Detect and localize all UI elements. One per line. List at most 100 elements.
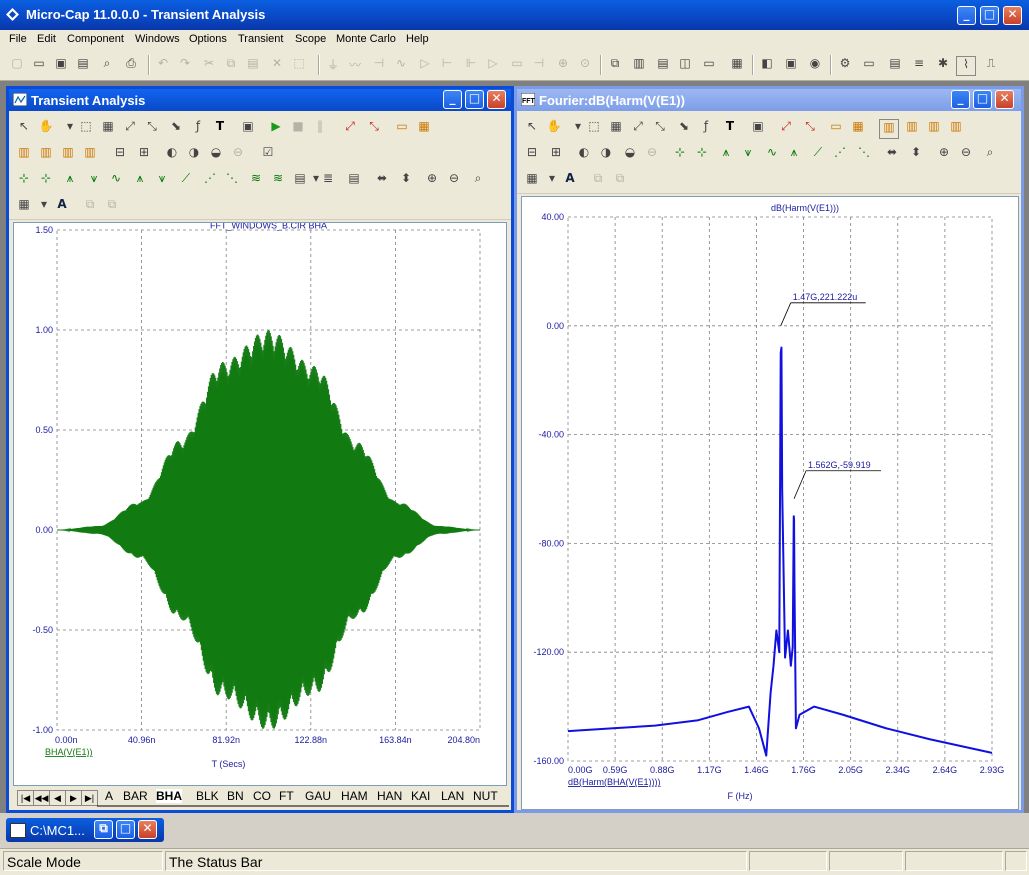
tab-ft[interactable]: FT xyxy=(279,789,294,803)
scale-icon[interactable]: ⬚ xyxy=(77,119,95,137)
zoom-out-icon[interactable]: ⊖ xyxy=(445,171,463,189)
cross-icon[interactable]: ⋱ xyxy=(855,145,873,163)
horizontal-grid-icon[interactable]: ⊟ xyxy=(523,145,541,163)
tile-horizontal-icon[interactable]: ▤ xyxy=(654,56,672,74)
fit-vertical-icon[interactable]: ⬍ xyxy=(397,171,415,189)
maximize-button[interactable]: □ xyxy=(980,6,999,25)
library-icon[interactable]: ▣ xyxy=(782,56,800,74)
mosfet-icon[interactable]: ⊩ xyxy=(462,56,480,74)
menu-help[interactable]: Help xyxy=(406,33,429,45)
transistor-icon[interactable]: ⊢ xyxy=(438,56,456,74)
plot-icon[interactable]: ⌇ xyxy=(956,56,976,76)
go-to-y-icon[interactable]: ≋ xyxy=(269,171,287,189)
auto-scale-icon[interactable]: ⤢ xyxy=(121,119,139,137)
menu-transient[interactable]: Transient xyxy=(238,33,283,45)
properties-icon[interactable]: ▣ xyxy=(239,119,257,137)
inductor-icon[interactable]: ∿ xyxy=(392,56,410,74)
transient-chart[interactable]: FFT_WINDOWS_B.CIR BHA 0.00n 40.96n 81.92n 12… xyxy=(14,220,506,785)
state-variables-icon[interactable]: ≡ xyxy=(910,56,928,74)
tab-last-icon[interactable]: ▶| xyxy=(81,790,98,806)
minimized-maximize-button[interactable]: □ xyxy=(116,820,135,839)
resistor-icon[interactable]: 〰 xyxy=(346,56,364,74)
open-file-icon[interactable]: ▭ xyxy=(30,56,48,74)
capacitor-icon[interactable]: ⊣ xyxy=(370,56,388,74)
window-icon[interactable]: ▭ xyxy=(700,56,718,74)
fourier-maximize-button[interactable]: □ xyxy=(973,90,992,109)
fourier-close-button[interactable]: ✕ xyxy=(995,90,1014,109)
fourier-minimize-button[interactable]: _ xyxy=(951,90,970,109)
calculator-icon[interactable]: ▦ xyxy=(728,56,746,74)
valley-icon[interactable]: ⊹ xyxy=(693,145,711,163)
tab-next-icon[interactable]: ▶ xyxy=(65,790,82,806)
plot-properties-icon[interactable]: ▥ xyxy=(879,119,899,139)
inflection-icon[interactable]: ∿ xyxy=(107,171,125,189)
menu-monte-carlo[interactable]: Monte Carlo xyxy=(336,33,396,45)
save-all-icon[interactable]: ▤ xyxy=(74,56,92,74)
pulse-source-icon[interactable]: ⊙ xyxy=(576,56,594,74)
fourier-window-title-bar[interactable]: FFT Fourier:dB(Harm(V(E1)) _ □ ✕ xyxy=(517,89,1021,111)
global-low-icon[interactable]: ⩛ xyxy=(153,171,171,189)
tab-nut[interactable]: NUT xyxy=(473,789,498,803)
clipboard-123-icon[interactable]: ▤ xyxy=(345,171,363,189)
data-points-icon[interactable]: ▭ xyxy=(827,119,845,137)
delete-icon[interactable]: ✕ xyxy=(268,56,286,74)
send-back-icon[interactable]: ⧉ xyxy=(611,171,629,189)
plot-split-icon[interactable]: ▥ xyxy=(59,145,77,163)
go-to-x-icon[interactable]: ≋ xyxy=(247,171,265,189)
plot-layout-icon[interactable]: ▥ xyxy=(903,119,921,137)
menu-file[interactable]: File xyxy=(9,33,27,45)
minimize-button[interactable]: _ xyxy=(957,6,976,25)
bring-front-icon[interactable]: ⧉ xyxy=(589,171,607,189)
text-icon[interactable]: T xyxy=(721,119,739,137)
tab-a[interactable]: A xyxy=(105,789,113,803)
restore-scale-icon[interactable]: ⤡ xyxy=(651,119,669,137)
grid-icon[interactable]: ▦ xyxy=(99,119,117,137)
grid-toggle-icon[interactable]: ⊞ xyxy=(135,145,153,163)
chevron-down-icon[interactable]: ▾ xyxy=(35,197,53,215)
select-mode-icon[interactable]: ↖ xyxy=(15,119,33,137)
plot-split-icon[interactable]: ▥ xyxy=(925,119,943,137)
tokens-icon[interactable]: ▦ xyxy=(849,119,867,137)
tag-right-icon[interactable]: ⤡ xyxy=(801,119,819,137)
zoom-region-icon[interactable]: ⬊ xyxy=(675,119,693,137)
properties-icon[interactable]: ▣ xyxy=(749,119,767,137)
fit-horizontal-icon[interactable]: ⬌ xyxy=(373,171,391,189)
transient-minimize-button[interactable]: _ xyxy=(443,90,462,109)
stop-icon[interactable]: ■ xyxy=(289,119,307,137)
tab-bn[interactable]: BN xyxy=(227,789,244,803)
tag-icon[interactable]: ⤢ xyxy=(777,119,795,137)
menu-windows[interactable]: Windows xyxy=(135,33,180,45)
tab-ham[interactable]: HAM xyxy=(341,789,368,803)
peak-icon[interactable]: ⊹ xyxy=(15,171,33,189)
macro-icon[interactable]: ▭ xyxy=(508,56,526,74)
zoom-in-icon[interactable]: ⊕ xyxy=(423,171,441,189)
zoom-y-icon[interactable]: ◒ xyxy=(207,145,225,163)
grid-toggle-icon[interactable]: ⊞ xyxy=(547,145,565,163)
stepping-icon[interactable]: ⚙ xyxy=(836,56,854,74)
tag-right-icon[interactable]: ⤡ xyxy=(365,119,383,137)
select-mode-icon[interactable]: ↖ xyxy=(523,119,541,137)
grid-icon[interactable]: ▦ xyxy=(607,119,625,137)
global-high-icon[interactable]: ⩚ xyxy=(131,171,149,189)
peak-icon[interactable]: ⊹ xyxy=(671,145,689,163)
cut-icon[interactable]: ✂ xyxy=(200,56,218,74)
tools-icon[interactable]: ✱ xyxy=(934,56,952,74)
fit-horizontal-icon[interactable]: ⬌ xyxy=(883,145,901,163)
transient-close-button[interactable]: ✕ xyxy=(487,90,506,109)
scale-mode-icon[interactable]: ✋ xyxy=(37,119,55,137)
zoom-out-disabled-icon[interactable]: ⊖ xyxy=(643,145,661,163)
menu-options[interactable]: Options xyxy=(189,33,227,45)
numeric-output-icon[interactable]: ▤ xyxy=(886,56,904,74)
tile-vertical-icon[interactable]: ▥ xyxy=(630,56,648,74)
diode-icon[interactable]: ▷ xyxy=(416,56,434,74)
minimized-restore-button[interactable]: ⧉ xyxy=(94,820,113,839)
inflection-icon[interactable]: ∿ xyxy=(763,145,781,163)
low-icon[interactable]: ⩛ xyxy=(739,145,757,163)
app-title-bar[interactable]: Micro-Cap 11.0.0.0 - Transient Analysis … xyxy=(0,0,1029,30)
tab-gau[interactable]: GAU xyxy=(305,789,331,803)
transient-maximize-button[interactable]: □ xyxy=(465,90,484,109)
restore-scale-icon[interactable]: ⤡ xyxy=(143,119,161,137)
fourier-chart[interactable]: dB(Harm(V(E1))) 0.00G 0.59G 0.88G 1.17G 1.46G… xyxy=(522,197,1018,809)
slope-icon[interactable]: ⟋ xyxy=(809,145,827,163)
save-icon[interactable]: ▣ xyxy=(52,56,70,74)
